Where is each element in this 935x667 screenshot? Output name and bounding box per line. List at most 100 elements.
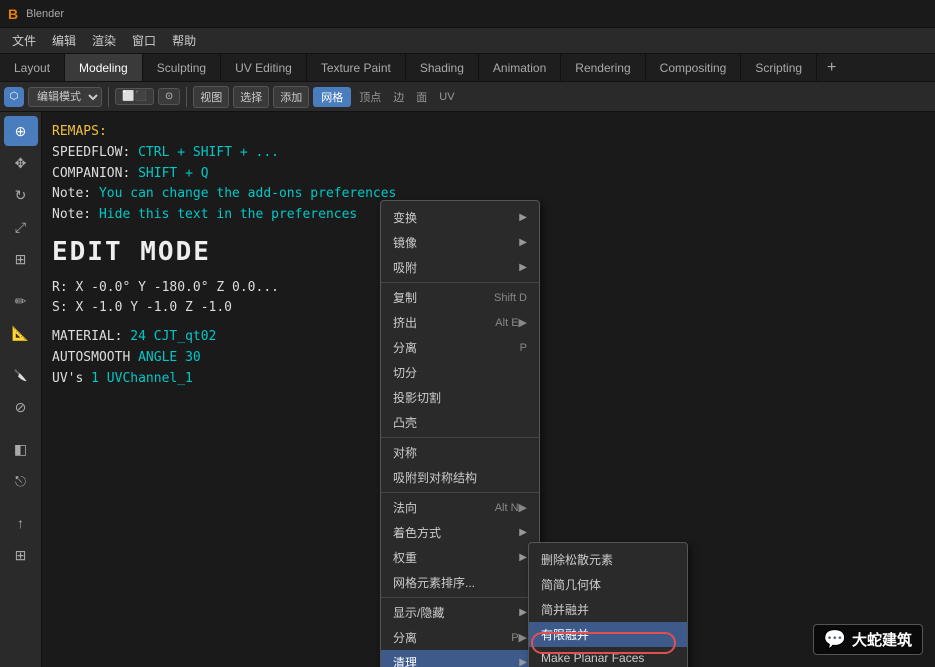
add-workspace-button[interactable]: + — [817, 54, 846, 81]
cm-weights[interactable]: 权重▶ — [381, 545, 539, 570]
cm-clean[interactable]: 清理▶ — [381, 650, 539, 667]
tab-shading[interactable]: Shading — [406, 54, 479, 81]
vertex-label[interactable]: 顶点 — [355, 87, 385, 107]
uv-label[interactable]: UV — [435, 89, 458, 105]
viewport[interactable]: REMAPS: SPEEDFLOW: CTRL + SHIFT + ... CO… — [42, 112, 935, 667]
mesh-menu-btn[interactable]: 网格 — [313, 87, 351, 107]
csm-decimate-geometry[interactable]: 简简几何体 — [529, 572, 687, 597]
remaps-label: REMAPS: — [52, 124, 107, 139]
cm-show-hide[interactable]: 显示/隐藏▶ — [381, 600, 539, 625]
csm-limited-dissolve[interactable]: 有限融并 — [529, 622, 687, 647]
rotate-tool-icon[interactable]: ↻ — [4, 180, 38, 210]
cm-snap-symmetry[interactable]: 吸附到对称结构 — [381, 465, 539, 490]
cm-split[interactable]: 分离P▶ — [381, 625, 539, 650]
cm-proj-cut[interactable]: 投影切割 — [381, 385, 539, 410]
cm-duplicate[interactable]: 复制Shift D — [381, 285, 539, 310]
tab-sculpting[interactable]: Sculpting — [143, 54, 221, 81]
csm-dissolve-degenerate[interactable]: 简并融并 — [529, 597, 687, 622]
tab-uv-editing[interactable]: UV Editing — [221, 54, 307, 81]
s-line: S: X -1.0 Y -1.0 Z -1.0 — [52, 300, 232, 315]
menu-window[interactable]: 窗口 — [124, 30, 164, 51]
clean-submenu: 删除松散元素 简简几何体 简并融并 有限融并 Make Planar Faces… — [528, 542, 688, 667]
material-value: 24 CJT_qt02 — [130, 329, 216, 344]
speedflow-key: CTRL + SHIFT + ... — [138, 145, 279, 160]
move-tool-icon[interactable]: ✥ — [4, 148, 38, 178]
mode-select[interactable]: 编辑模式 物体模式 — [28, 87, 102, 107]
tab-scripting[interactable]: Scripting — [741, 54, 817, 81]
note2-prefix: Note: — [52, 207, 99, 222]
note2-text: Hide this text in the preferences — [99, 207, 357, 222]
edge-label[interactable]: 边 — [389, 87, 408, 107]
subdivide-icon[interactable]: ⊞ — [4, 540, 38, 570]
menu-render[interactable]: 渲染 — [84, 30, 124, 51]
autosmooth-angle: ANGLE 30 — [138, 350, 201, 365]
mode-icon: ⬡ — [4, 87, 24, 107]
uvs-label: UV's — [52, 371, 83, 386]
cm-sep3 — [381, 492, 539, 493]
note1-prefix: Note: — [52, 186, 99, 201]
view-menu-btn[interactable]: 视图 — [193, 86, 229, 108]
cursor-tool-icon[interactable]: ⊕ — [4, 116, 38, 146]
csm-delete-loose[interactable]: 删除松散元素 — [529, 547, 687, 572]
watermark-icon: 💬 — [824, 629, 846, 650]
toolbar-strip: ⬡ 编辑模式 物体模式 ⬜⬛ ⊙ 视图 选择 添加 网格 顶点 边 面 UV — [0, 82, 935, 112]
hook-icon[interactable]: ⎋ — [4, 466, 38, 496]
overlay-btn[interactable]: ⊙ — [158, 88, 180, 105]
measure-tool-icon[interactable]: 📐 — [4, 318, 38, 348]
menu-edit[interactable]: 编辑 — [44, 30, 84, 51]
autosmooth-label: AUTOSMOOTH — [52, 350, 130, 365]
csm-make-planar[interactable]: Make Planar Faces — [529, 647, 687, 667]
cm-convex-hull[interactable]: 凸壳 — [381, 410, 539, 435]
menu-help[interactable]: 帮助 — [164, 30, 204, 51]
toolbar-separator-2 — [186, 87, 187, 107]
tab-texture-paint[interactable]: Texture Paint — [307, 54, 406, 81]
cm-sep1 — [381, 282, 539, 283]
viewport-display-btn[interactable]: ⬜⬛ — [115, 88, 154, 105]
workspace-tabs: Layout Modeling Sculpting UV Editing Tex… — [0, 54, 935, 82]
annotate-tool-icon[interactable]: ✏ — [4, 286, 38, 316]
cm-symmetry[interactable]: 对称 — [381, 440, 539, 465]
material-label: MATERIAL: — [52, 329, 122, 344]
select-menu-btn[interactable]: 选择 — [233, 86, 269, 108]
bisect-tool-icon[interactable]: ⊘ — [4, 392, 38, 422]
overlay-text: REMAPS: SPEEDFLOW: CTRL + SHIFT + ... CO… — [52, 122, 396, 390]
add-menu-btn[interactable]: 添加 — [273, 86, 309, 108]
left-sidebar: ⊕ ✥ ↻ ⤢ ⊞ ✏ 📐 🔪 ⊘ ◧ ⎋ ↑ ⊞ — [0, 112, 42, 667]
companion-key: SHIFT + Q — [138, 166, 208, 181]
mesh-context-menu: 变换▶ 镜像▶ 吸附▶ 复制Shift D 挤出Alt E▶ 分离P 切分 投 — [380, 200, 540, 667]
tab-layout[interactable]: Layout — [0, 54, 65, 81]
menu-bar: 文件 编辑 渲染 窗口 帮助 — [0, 28, 935, 54]
companion-label: COMPANION: — [52, 166, 130, 181]
tab-modeling[interactable]: Modeling — [65, 54, 143, 81]
shape-key-icon[interactable]: ◧ — [4, 434, 38, 464]
cm-transform[interactable]: 变换▶ — [381, 205, 539, 230]
blender-logo: B — [8, 6, 18, 22]
menu-file[interactable]: 文件 — [4, 30, 44, 51]
watermark-text: 大蛇建筑 — [852, 629, 912, 650]
cm-mirror[interactable]: 镜像▶ — [381, 230, 539, 255]
cm-normals[interactable]: 法向Alt N▶ — [381, 495, 539, 520]
title-bar: B Blender — [0, 0, 935, 28]
title-text: Blender — [26, 8, 64, 20]
watermark: 💬 大蛇建筑 — [813, 624, 923, 655]
cm-separate[interactable]: 分离P — [381, 335, 539, 360]
tab-rendering[interactable]: Rendering — [561, 54, 645, 81]
speedflow-label: SPEEDFLOW: — [52, 145, 130, 160]
toolbar-separator-1 — [108, 87, 109, 107]
note1-text: You can change the add-ons preferences — [99, 186, 396, 201]
cm-sep2 — [381, 437, 539, 438]
cm-sort-elements[interactable]: 网格元素排序... — [381, 570, 539, 595]
tab-compositing[interactable]: Compositing — [646, 54, 742, 81]
cm-bisect[interactable]: 切分 — [381, 360, 539, 385]
transform-tool-icon[interactable]: ⊞ — [4, 244, 38, 274]
normals-icon[interactable]: ↑ — [4, 508, 38, 538]
tab-animation[interactable]: Animation — [479, 54, 561, 81]
cm-snap[interactable]: 吸附▶ — [381, 255, 539, 280]
main-area: ⊕ ✥ ↻ ⤢ ⊞ ✏ 📐 🔪 ⊘ ◧ ⎋ ↑ ⊞ REMAPS: SPEEDF… — [0, 112, 935, 667]
face-label[interactable]: 面 — [412, 87, 431, 107]
knife-tool-icon[interactable]: 🔪 — [4, 360, 38, 390]
uvchannel: 1 UVChannel_1 — [91, 371, 193, 386]
cm-shading[interactable]: 着色方式▶ — [381, 520, 539, 545]
scale-tool-icon[interactable]: ⤢ — [4, 212, 38, 242]
cm-extrude[interactable]: 挤出Alt E▶ — [381, 310, 539, 335]
